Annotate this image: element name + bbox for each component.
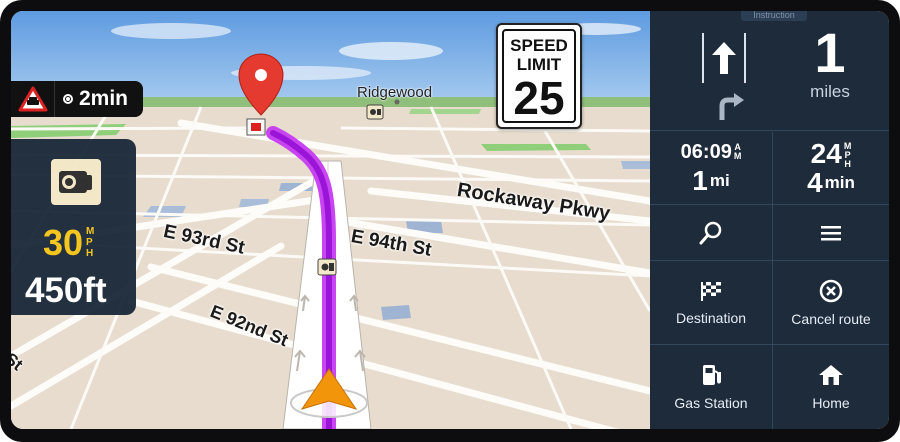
park <box>409 109 481 114</box>
menu-button[interactable] <box>773 205 889 261</box>
home-icon <box>819 365 843 385</box>
current-speed-unit: M P H <box>844 141 852 169</box>
gas-station-label: Gas Station <box>674 395 748 411</box>
speed-camera-panel[interactable]: 30 M P H 450ft <box>11 139 136 315</box>
map-view[interactable]: Ridgewood Rockaway Pkwy E 93rd St E 94th… <box>11 11 650 429</box>
speed-info[interactable]: 24 M P H 4 min <box>773 132 889 205</box>
home-label: Home <box>812 395 850 411</box>
screen: Ridgewood Rockaway Pkwy E 93rd St E 94th… <box>11 11 889 429</box>
straight-arrow-icon <box>702 33 746 83</box>
map-camera-marker[interactable] <box>366 104 384 120</box>
alert-eta: 2min <box>79 87 129 110</box>
arrival-time-suffix: A M <box>734 143 742 161</box>
device-frame: Ridgewood Rockaway Pkwy E 93rd St E 94th… <box>0 0 900 442</box>
camera-distance: 450ft <box>25 271 107 310</box>
building <box>381 305 411 320</box>
destination-button[interactable]: Destination <box>650 261 773 345</box>
traffic-alert-pill[interactable]: 2min <box>11 81 143 117</box>
next-turn-right-icon <box>716 91 746 126</box>
home-button[interactable]: Home <box>773 345 889 429</box>
remaining-distance-unit: mi <box>709 171 730 190</box>
cancel-route-button[interactable]: Cancel route <box>773 261 889 345</box>
arrival-info[interactable]: 06:09 A M 1 mi <box>650 132 773 205</box>
traffic-warning-icon <box>11 81 55 117</box>
speed-limit-value: 25 <box>513 72 565 124</box>
remaining-distance: 1 <box>692 165 708 196</box>
checkered-flag-icon <box>701 281 721 301</box>
camera-speed: 30 M P H <box>43 225 94 261</box>
remaining-time-unit: min <box>824 172 855 192</box>
turn-distance-value: 1 <box>814 21 846 84</box>
suffix-letter: M <box>733 151 742 161</box>
navigation-panel: Instruction 1 miles 06:09 A M 1 mi 24 M … <box>650 11 889 429</box>
gas-station-button[interactable]: Gas Station <box>650 345 773 429</box>
unit-letter: P <box>86 237 93 248</box>
map-camera-marker[interactable] <box>317 258 337 276</box>
cancel-circle-icon <box>819 279 843 302</box>
turn-distance: 1 miles <box>780 25 880 101</box>
search-button[interactable] <box>650 205 773 261</box>
turn-distance-unit: miles <box>810 82 850 101</box>
speed-camera-icon <box>51 159 101 205</box>
building <box>621 161 650 169</box>
speed-limit-line1: SPEED <box>510 36 568 55</box>
unit-letter: H <box>844 158 851 169</box>
current-speed: 24 <box>810 137 842 169</box>
unit-letter: H <box>86 248 94 259</box>
destination-label: Destination <box>675 309 747 326</box>
speed-limit-sign: SPEED LIMIT 25 <box>496 23 582 129</box>
place-label-ridgewood: Ridgewood <box>357 84 433 101</box>
instruction-area[interactable]: 1 miles <box>650 11 889 131</box>
camera-speed-value: 30 <box>43 222 84 263</box>
arrival-time: 06:09 <box>680 141 732 163</box>
camera-speed-unit: M P H <box>86 226 94 259</box>
park <box>481 144 591 151</box>
cloud <box>339 42 443 60</box>
remaining-time: 4 <box>807 166 823 198</box>
cancel-route-label: Cancel route <box>791 310 871 327</box>
cloud <box>111 23 231 39</box>
clock-icon <box>63 94 73 104</box>
unit-letter: M <box>86 226 95 237</box>
fuel-pump-icon <box>703 365 721 385</box>
menu-icon <box>821 225 841 240</box>
search-icon <box>699 221 722 244</box>
